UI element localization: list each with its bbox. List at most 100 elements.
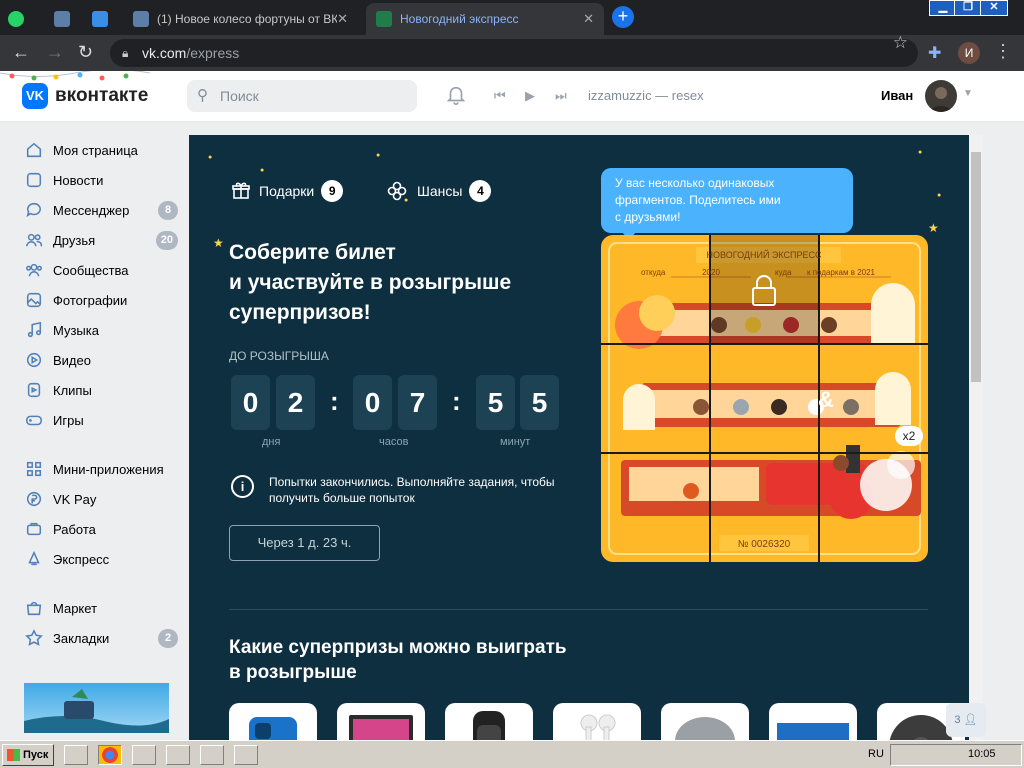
tab-tool[interactable]: [92, 3, 122, 35]
sidebar-item-label: Клипы: [53, 382, 92, 398]
language-indicator[interactable]: RU: [868, 748, 884, 760]
chevron-down-icon[interactable]: ▼: [963, 88, 973, 99]
terminal-icon[interactable]: [132, 745, 156, 765]
new-tab-button[interactable]: +: [612, 6, 634, 28]
prize-card-speaker[interactable]: [661, 703, 749, 745]
sidebar-item-photo[interactable]: Фотографии: [18, 286, 178, 314]
vk-logo[interactable]: VK вконтакте: [22, 83, 148, 109]
chances-button[interactable]: Шансы 4: [387, 180, 492, 202]
news-icon: [24, 170, 44, 190]
next-track-icon[interactable]: ⏭: [555, 88, 567, 104]
profile-avatar[interactable]: И: [958, 42, 980, 64]
clover-icon: [387, 181, 407, 201]
tab-wheel[interactable]: (1) Новое колесо фортуны от ВК | ✕: [133, 3, 358, 35]
gifts-label: Подарки: [259, 183, 315, 199]
online-friends-button[interactable]: 3 👤︎: [946, 703, 986, 737]
prizes-title-line: Какие суперпризы можно выиграть: [229, 637, 567, 658]
sidebar-item-news[interactable]: Новости: [18, 166, 178, 194]
extensions-icon[interactable]: ✚: [928, 43, 941, 63]
sidebar-item-label: Закладки: [53, 630, 110, 646]
search-input[interactable]: ⚲ Поиск: [187, 80, 417, 112]
sidebar-item-chat[interactable]: Мессенджер 8: [18, 196, 178, 224]
reload-icon[interactable]: ↻: [78, 43, 93, 61]
sidebar-item-pay[interactable]: VK Pay: [18, 485, 178, 513]
ticket-illustration: НОВОГОДНИЙ ЭКСПРЕСС откуда 2020 куда к п…: [601, 235, 928, 562]
clips-icon: [24, 380, 44, 400]
close-window-button[interactable]: ✕: [980, 0, 1008, 16]
avatar[interactable]: [925, 80, 957, 112]
back-icon[interactable]: ←: [12, 43, 30, 61]
games-icon: [24, 410, 44, 430]
close-icon[interactable]: ✕: [337, 11, 358, 27]
prize-card-watch[interactable]: [445, 703, 533, 745]
forward-icon[interactable]: →: [46, 43, 64, 61]
sidebar-item-label: VK Pay: [53, 491, 97, 507]
prize-card-tv[interactable]: [769, 703, 857, 745]
network-icon[interactable]: [200, 745, 224, 765]
minimize-button[interactable]: ▁: [929, 0, 957, 16]
tab-vk[interactable]: [54, 3, 84, 35]
bookmark-star-icon[interactable]: ☆: [893, 34, 908, 51]
user-name[interactable]: Иван: [881, 88, 913, 103]
star-decoration: ★: [213, 236, 224, 250]
sidebar-item-market[interactable]: Маркет: [18, 594, 178, 622]
prize-card-phone[interactable]: [229, 703, 317, 745]
now-playing[interactable]: izzamuzzic — resex: [588, 88, 704, 103]
ticket-puzzle[interactable]: НОВОГОДНИЙ ЭКСПРЕСС откуда 2020 куда к п…: [601, 235, 928, 562]
attempts-info: Попытки закончились. Выполняйте задания,…: [269, 475, 555, 505]
star-decoration: ●: [918, 149, 923, 156]
photo-icon: [24, 290, 44, 310]
sidebar-item-games[interactable]: Игры: [18, 406, 178, 434]
countdown-digit: 5: [476, 375, 515, 430]
start-button[interactable]: Пуск: [2, 744, 54, 766]
url-field[interactable]: 🔒︎ vk.com/express ☆: [110, 34, 918, 67]
sidebar-item-work[interactable]: Работа: [18, 515, 178, 543]
tab-whatsapp[interactable]: [8, 3, 38, 35]
address-bar-row: ← → ↻ 🔒︎ vk.com/express ☆ ✚ И ⋮: [0, 34, 1024, 71]
sidebar-item-friends[interactable]: Друзья 20: [18, 226, 178, 254]
count-badge: 20: [155, 230, 178, 250]
sidebar-item-music[interactable]: Музыка: [18, 316, 178, 344]
bear-icon: &: [818, 387, 834, 412]
sidebar-item-express[interactable]: Экспресс: [18, 545, 178, 573]
countdown-separator: :: [330, 386, 339, 416]
close-icon[interactable]: ✕: [583, 11, 604, 27]
start-label: Пуск: [23, 749, 49, 761]
video-icon: [24, 350, 44, 370]
chances-count: 4: [469, 180, 492, 202]
promo-banner[interactable]: [24, 683, 169, 733]
prize-card-laptop[interactable]: [337, 703, 425, 745]
chrome-icon[interactable]: [98, 745, 122, 765]
bookmark-icon: [24, 628, 44, 648]
tool-icon: [92, 11, 108, 27]
scrollbar-thumb[interactable]: [971, 152, 981, 382]
menu-icon[interactable]: ⋮: [994, 41, 1012, 62]
sidebar-item-clips[interactable]: Клипы: [18, 376, 178, 404]
sidebar-item-video[interactable]: Видео: [18, 346, 178, 374]
tooltip: У вас несколько одинаковых фрагментов. П…: [601, 168, 853, 233]
sidebar-item-label: Мессенджер: [53, 202, 130, 218]
groups-icon: [24, 260, 44, 280]
ticket-from-value: 2020: [702, 268, 720, 277]
sidebar-item-home[interactable]: Моя страница: [18, 136, 178, 164]
restore-button[interactable]: ❐: [954, 0, 982, 16]
sidebar-item-bookmark[interactable]: Закладки 2: [18, 624, 178, 652]
explorer-icon[interactable]: [64, 745, 88, 765]
sidebar-item-apps[interactable]: Мини-приложения: [18, 455, 178, 483]
tab-express[interactable]: Новогодний экспресс ✕: [366, 3, 604, 35]
cooldown-button[interactable]: Через 1 д. 23 ч.: [229, 525, 380, 561]
play-icon[interactable]: ▶: [525, 88, 535, 104]
countdown-digit: 0: [231, 375, 270, 430]
sidebar-item-label: Музыка: [53, 322, 99, 338]
telegram-icon[interactable]: [234, 745, 258, 765]
tooltip-line: фрагментов. Поделитесь ими: [615, 193, 781, 207]
duplicate-badge: x2: [895, 426, 923, 446]
sidebar-item-groups[interactable]: Сообщества: [18, 256, 178, 284]
countdown-digit: 5: [520, 375, 559, 430]
gifts-button[interactable]: Подарки 9: [231, 180, 344, 202]
bell-icon[interactable]: [445, 84, 467, 106]
vk-icon: [54, 11, 70, 27]
previous-track-icon[interactable]: ⏮: [494, 88, 506, 104]
prize-card-earbuds[interactable]: [553, 703, 641, 745]
calculator-icon[interactable]: [166, 745, 190, 765]
